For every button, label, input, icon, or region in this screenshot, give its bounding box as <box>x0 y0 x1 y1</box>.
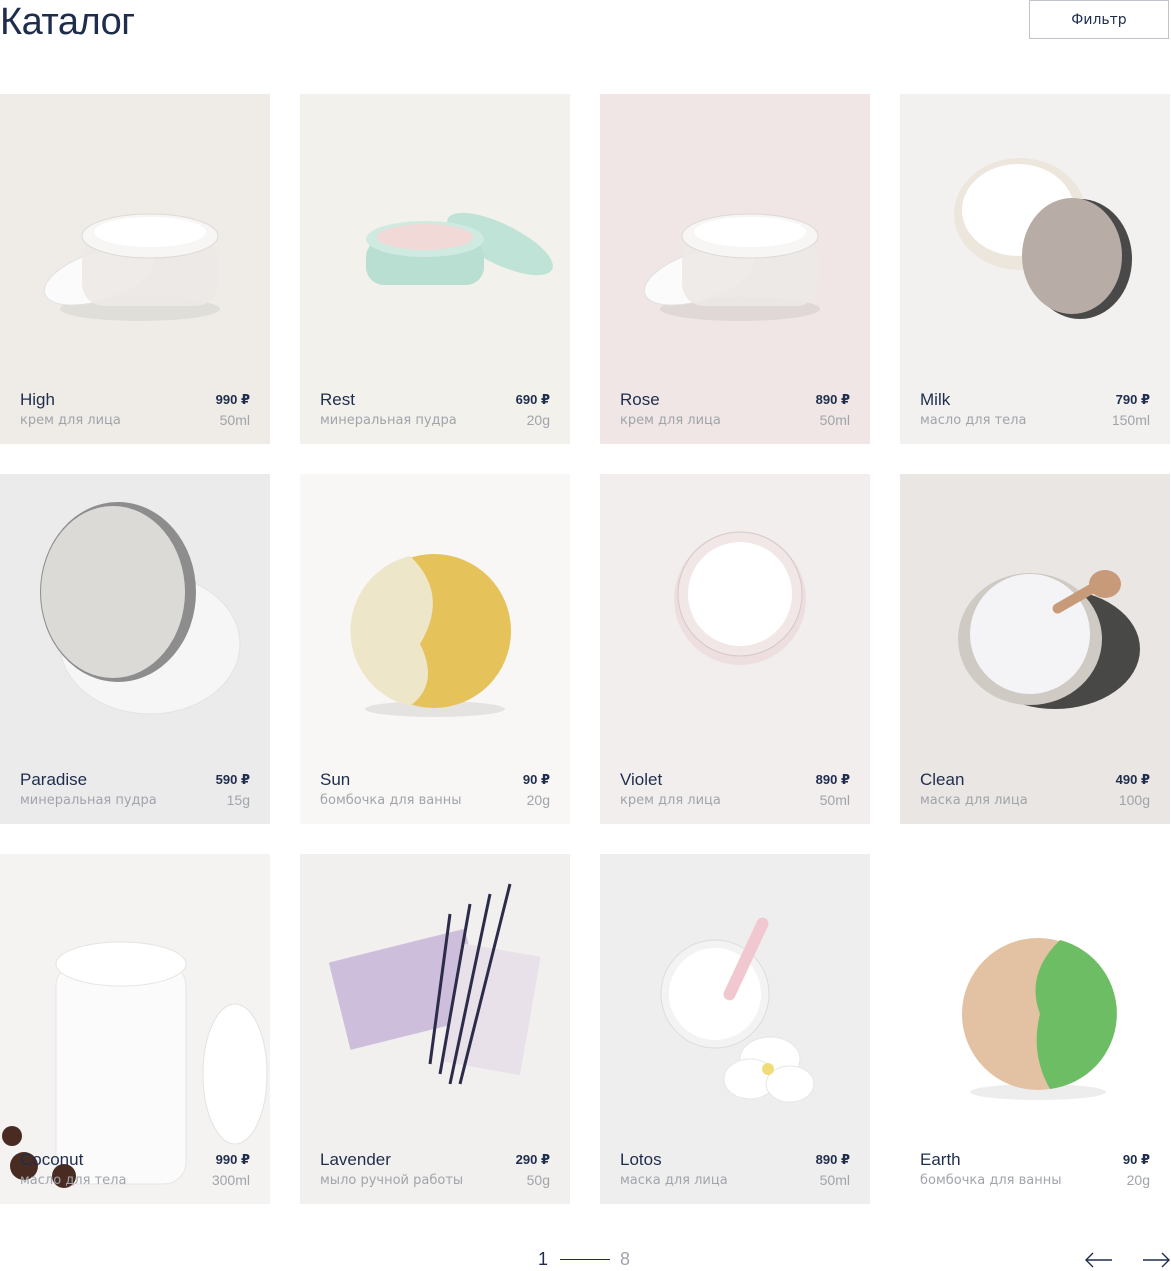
product-volume: 50ml <box>219 412 250 428</box>
product-type: минеральная пудра <box>320 413 457 428</box>
product-name: Paradise <box>20 770 88 789</box>
product-card[interactable]: Lavender мыло ручной работы 290 ₽ 50g <box>300 854 570 1204</box>
product-card[interactable]: Rest минеральная пудра 690 ₽ 20g <box>300 94 570 444</box>
product-card[interactable]: Earth бомбочка для ванны 90 ₽ 20g <box>900 854 1170 1204</box>
product-volume: 50ml <box>819 412 850 428</box>
product-card[interactable]: Sun бомбочка для ванны 90 ₽ 20g <box>300 474 570 824</box>
product-name: Lotos <box>620 1150 662 1169</box>
product-type: минеральная пудра <box>20 793 157 808</box>
product-name: Rose <box>620 390 660 409</box>
product-card[interactable]: Lotos маска для лица 890 ₽ 50ml <box>600 854 870 1204</box>
product-price: 890 ₽ <box>815 772 850 787</box>
product-volume: 20g <box>526 412 550 428</box>
product-name: High <box>20 390 55 409</box>
product-price: 690 ₽ <box>515 392 550 407</box>
total-pages[interactable]: 8 <box>620 1249 630 1270</box>
product-volume: 50ml <box>819 792 850 808</box>
product-name: Rest <box>320 390 355 409</box>
product-type: крем для лица <box>620 793 721 808</box>
product-volume: 20g <box>1126 1172 1150 1188</box>
pagination-divider <box>560 1259 610 1260</box>
product-type: бомбочка для ванны <box>320 793 462 808</box>
product-price: 990 ₽ <box>215 392 250 407</box>
product-card[interactable]: Rose крем для лица 890 ₽ 50ml <box>600 94 870 444</box>
product-type: масло для тела <box>20 1173 127 1188</box>
product-price: 890 ₽ <box>815 392 850 407</box>
product-type: бомбочка для ванны <box>920 1173 1062 1188</box>
product-volume: 15g <box>226 792 250 808</box>
product-type: крем для лица <box>20 413 121 428</box>
product-name: Violet <box>620 770 663 789</box>
product-price: 290 ₽ <box>515 1152 550 1167</box>
product-volume: 50g <box>526 1172 550 1188</box>
product-price: 790 ₽ <box>1115 392 1150 407</box>
product-type: крем для лица <box>620 413 721 428</box>
product-card[interactable]: Coconut масло для тела 990 ₽ 300ml <box>0 854 270 1204</box>
product-type: мыло ручной работы <box>320 1173 464 1188</box>
product-volume: 20g <box>526 792 550 808</box>
product-volume: 300ml <box>211 1172 250 1188</box>
product-name: Sun <box>320 770 351 789</box>
product-card[interactable]: Paradise минеральная пудра 590 ₽ 15g <box>0 474 270 824</box>
product-name: Clean <box>920 770 965 789</box>
product-name: Milk <box>920 390 951 409</box>
product-type: маска для лица <box>620 1173 728 1188</box>
product-card[interactable]: Violet крем для лица 890 ₽ 50ml <box>600 474 870 824</box>
product-card[interactable]: Milk масло для тела 790 ₽ 150ml <box>900 94 1170 444</box>
page-title: Каталог <box>0 1 135 43</box>
product-volume: 150ml <box>1111 412 1150 428</box>
product-type: маска для лица <box>920 793 1028 808</box>
product-price: 590 ₽ <box>215 772 250 787</box>
product-price: 890 ₽ <box>815 1152 850 1167</box>
product-price: 990 ₽ <box>215 1152 250 1167</box>
product-name: Earth <box>920 1150 961 1169</box>
product-card[interactable]: High крем для лица 990 ₽ 50ml <box>0 94 270 444</box>
product-price: 90 ₽ <box>1122 1152 1150 1167</box>
current-page[interactable]: 1 <box>538 1249 548 1270</box>
product-volume: 50ml <box>819 1172 850 1188</box>
filter-button[interactable]: Фильтр <box>1029 0 1169 39</box>
product-price: 490 ₽ <box>1115 772 1150 787</box>
product-card[interactable]: Clean маска для лица 490 ₽ 100g <box>900 474 1170 824</box>
product-name: Coconut <box>20 1150 84 1169</box>
product-price: 90 ₽ <box>522 772 550 787</box>
product-name: Lavender <box>320 1150 391 1169</box>
product-type: масло для тела <box>920 413 1027 428</box>
product-volume: 100g <box>1118 792 1150 808</box>
